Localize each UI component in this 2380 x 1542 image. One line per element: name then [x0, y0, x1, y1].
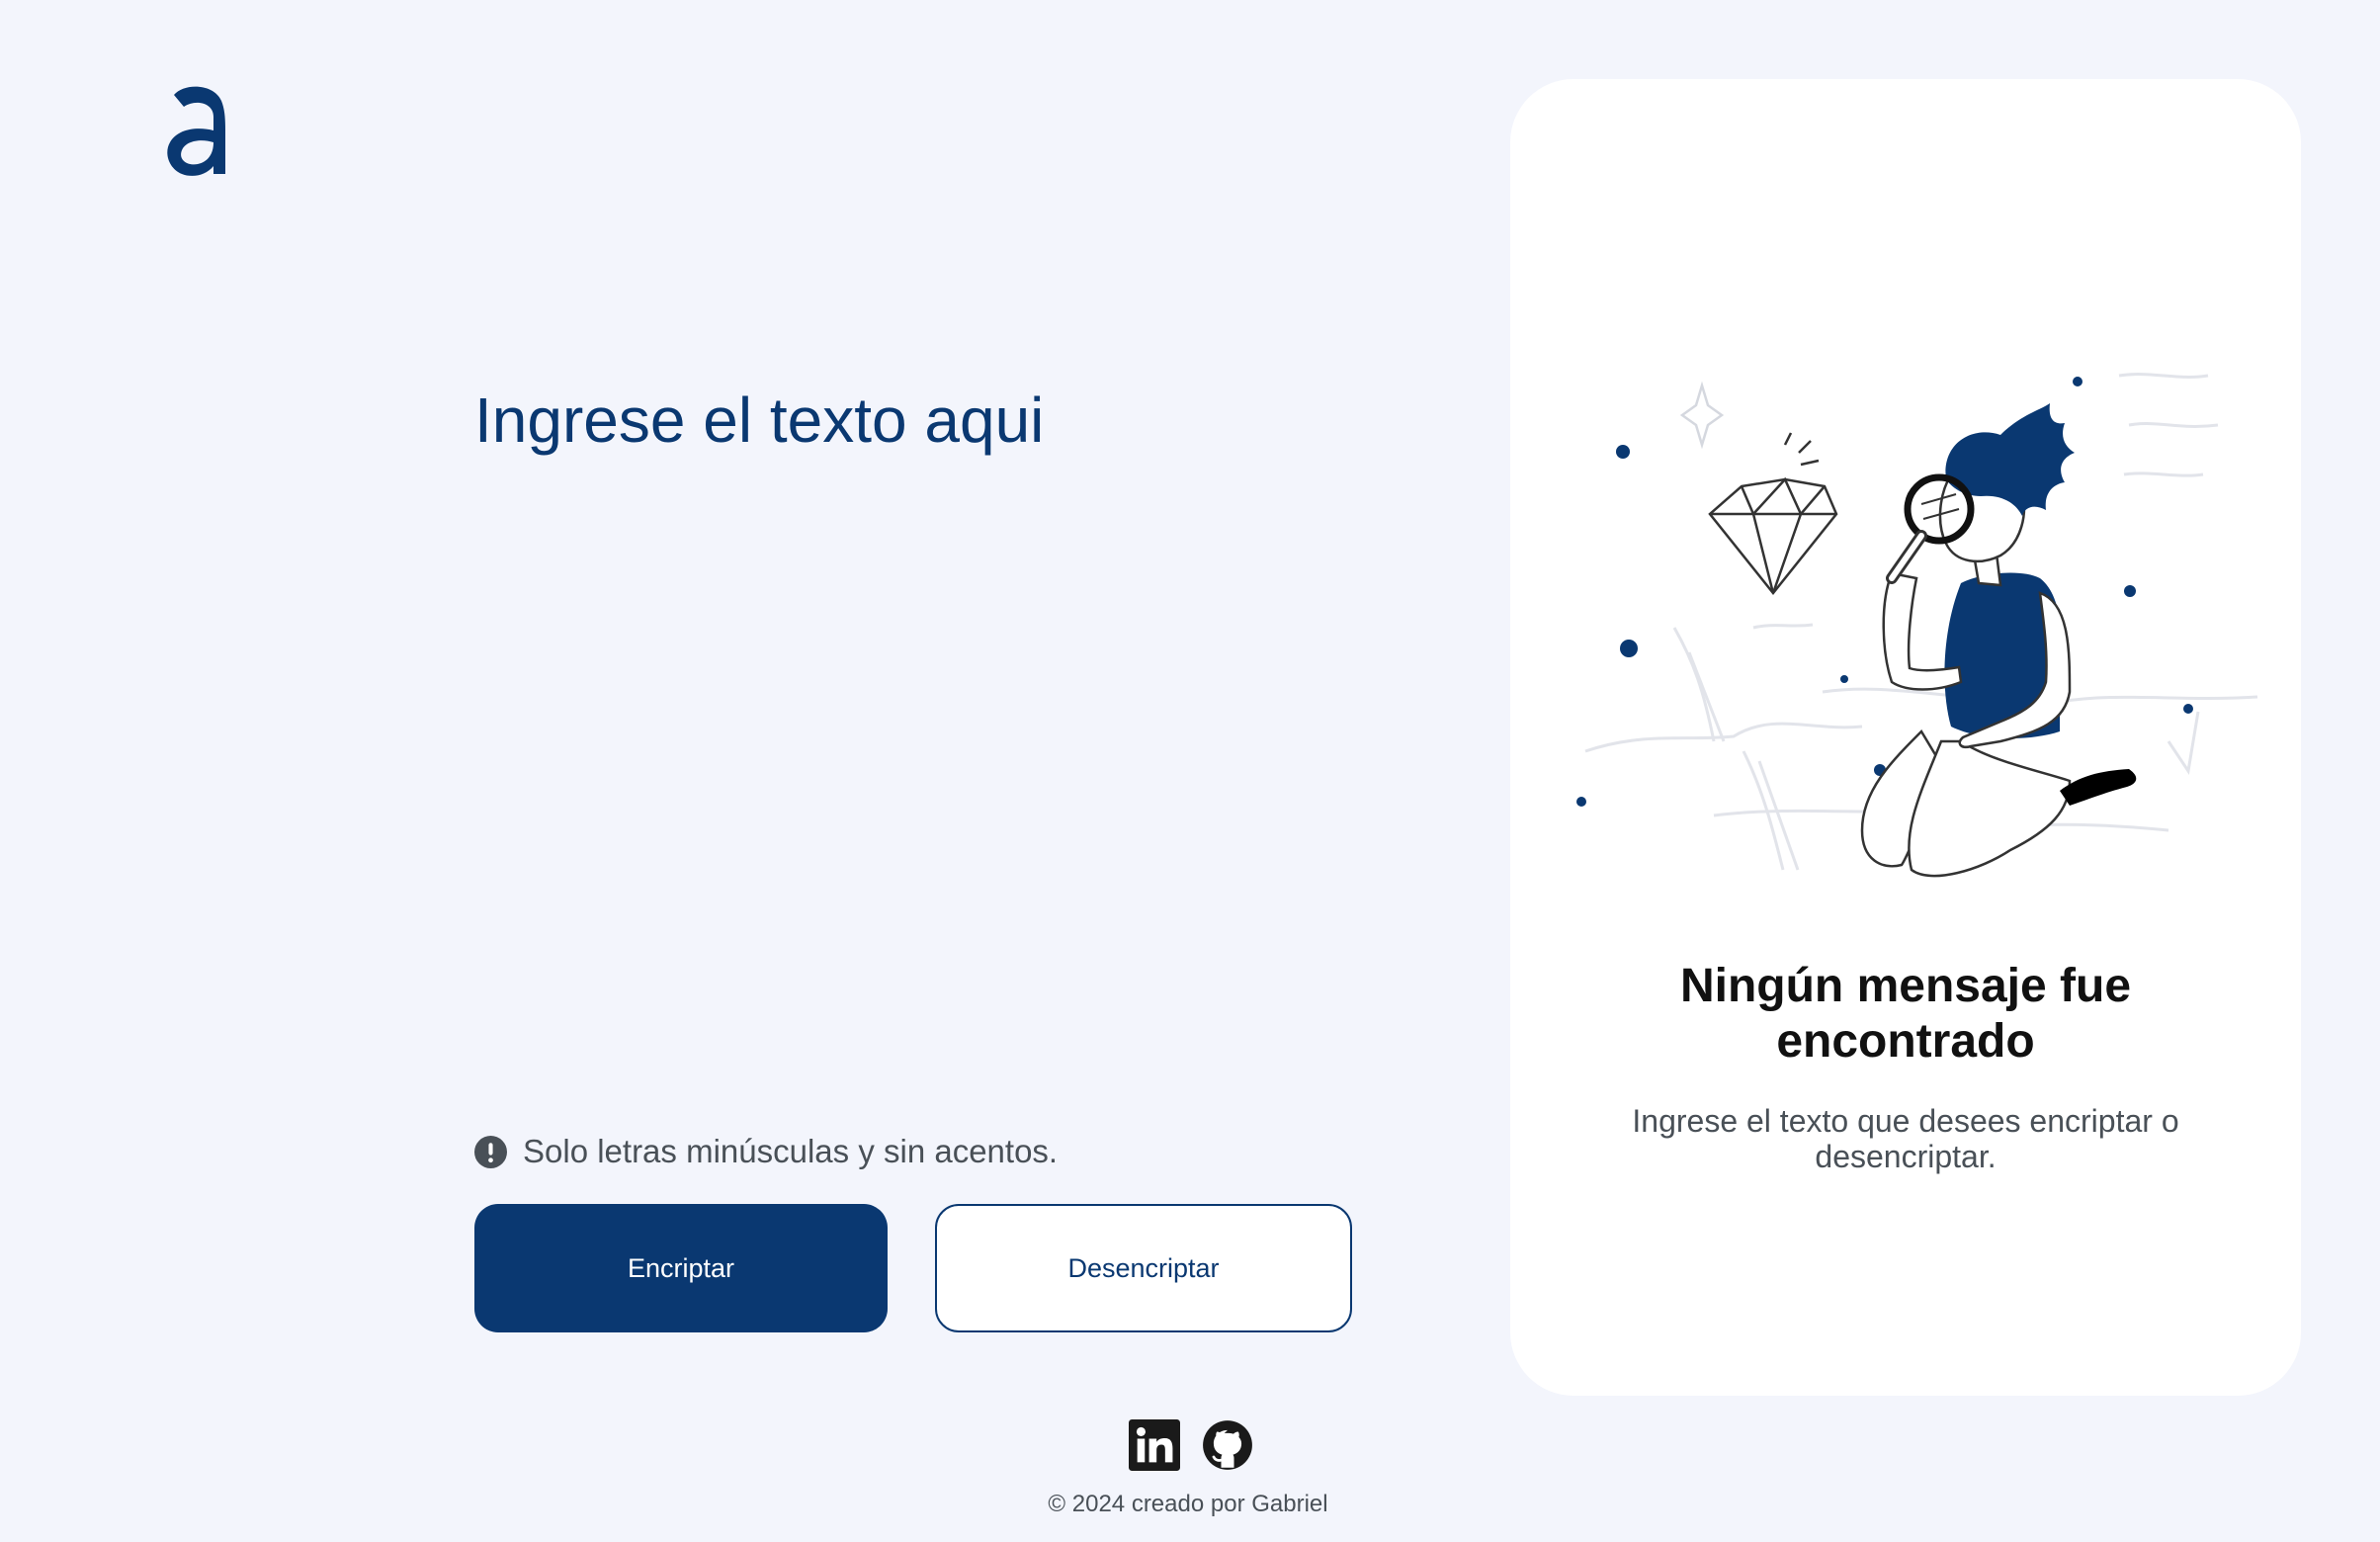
logo-icon — [167, 86, 225, 176]
hint-message: Solo letras minúsculas y sin acentos. — [474, 1133, 1058, 1170]
output-title: Ningún mensaje fue encontrado — [1679, 960, 2132, 1068]
decrypt-button[interactable]: Desencriptar — [935, 1204, 1352, 1332]
copyright-text: © 2024 creado por Gabriel — [0, 1491, 2380, 1518]
copyright-label: © 2024 creado por Gabriel — [1048, 1491, 1328, 1517]
hint-text: Solo letras minúsculas y sin acentos. — [523, 1133, 1059, 1169]
person-with-magnifier-illustration — [1576, 373, 2258, 878]
output-panel: Ningún mensaje fue encontrado Ingrese el… — [1510, 79, 2301, 1396]
social-links — [1129, 1419, 1253, 1471]
output-description: Ingrese el texto que desees encriptar o … — [1632, 1103, 2179, 1174]
encrypt-button[interactable]: Encriptar — [474, 1204, 888, 1332]
linkedin-icon[interactable] — [1129, 1419, 1180, 1471]
exclamation-circle-icon — [474, 1135, 507, 1168]
text-input[interactable] — [474, 376, 1364, 1068]
github-icon[interactable] — [1202, 1419, 1253, 1471]
